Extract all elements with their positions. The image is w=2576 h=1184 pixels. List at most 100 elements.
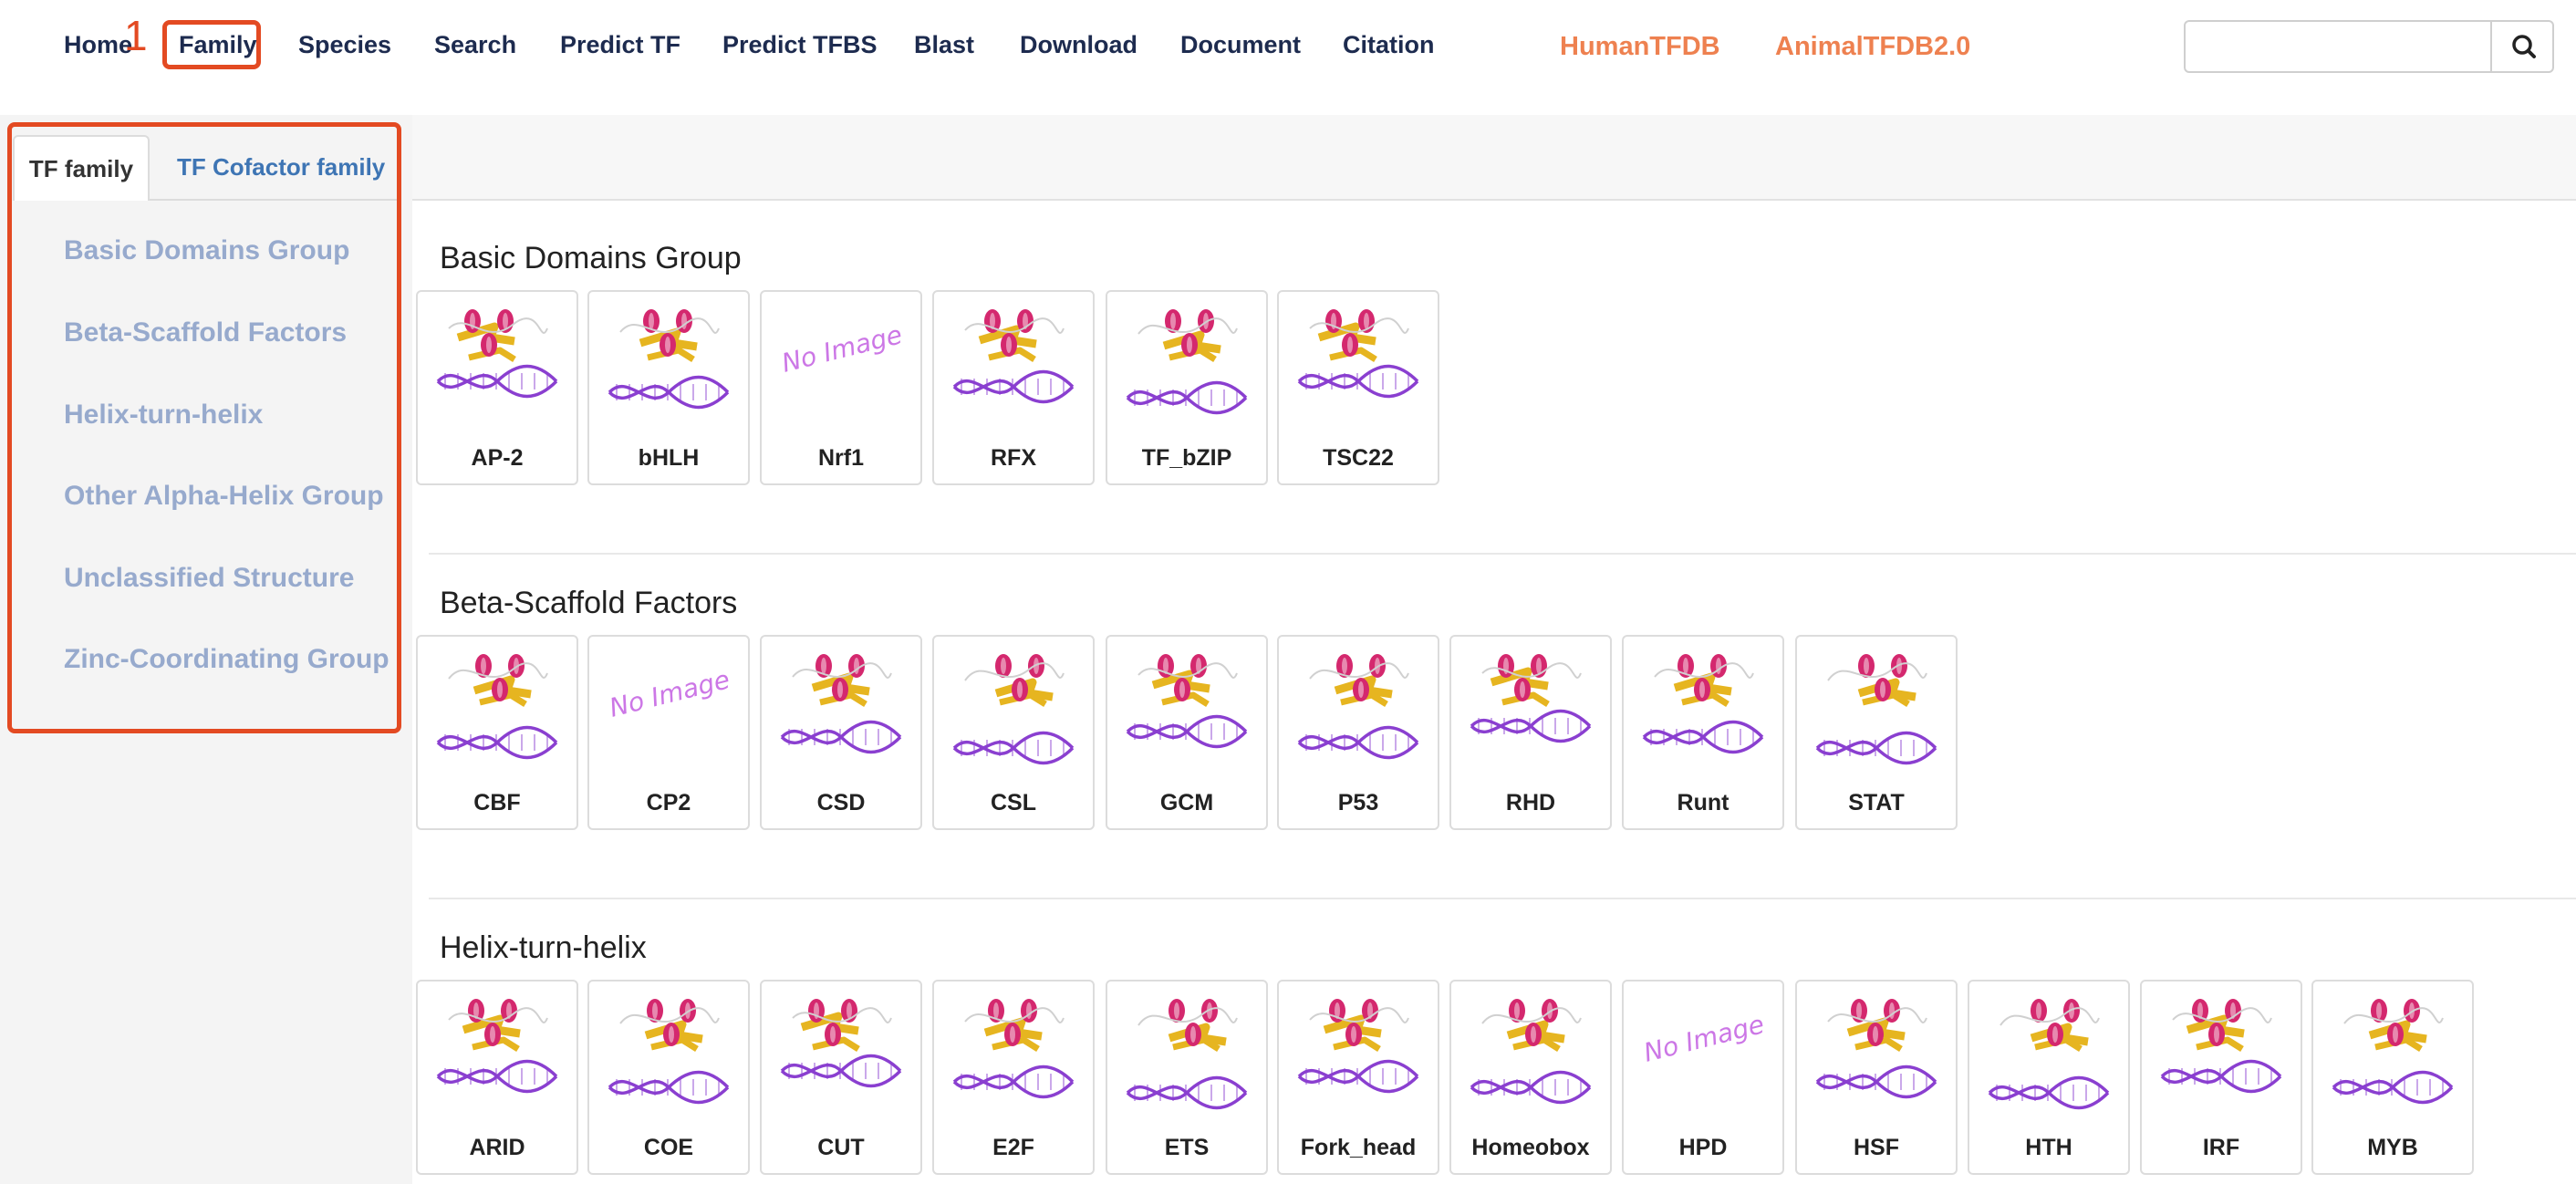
family-label: RFX: [991, 445, 1036, 471]
family-label: HTH: [2025, 1135, 2072, 1160]
protein-structure-image: [780, 999, 902, 1088]
nav-blast[interactable]: Blast: [914, 31, 974, 59]
no-image-placeholder: No Image: [778, 319, 906, 379]
family-card[interactable]: Runt: [1622, 635, 1784, 830]
protein-structure-image: [1126, 999, 1248, 1110]
family-card[interactable]: CUT: [760, 980, 922, 1175]
family-label: GCM: [1159, 790, 1214, 815]
family-card[interactable]: bHLH: [587, 290, 750, 485]
annotation-1: 1: [124, 12, 148, 59]
protein-structure-image: [2160, 999, 2282, 1094]
family-card[interactable]: HTH: [1968, 980, 2130, 1175]
no-image-placeholder: No Image: [606, 664, 733, 723]
group-title-basic-domains: Basic Domains Group: [440, 241, 742, 275]
family-label: CUT: [817, 1135, 865, 1160]
family-card[interactable]: COE: [587, 980, 750, 1175]
family-label: HSF: [1854, 1135, 1899, 1160]
family-label: AP-2: [471, 445, 524, 471]
family-card[interactable]: No Image Nrf1: [760, 290, 922, 485]
protein-structure-image: [2332, 999, 2454, 1105]
family-label: E2F: [992, 1135, 1034, 1160]
family-label: Homeobox: [1471, 1135, 1590, 1160]
family-label: P53: [1337, 790, 1379, 815]
family-label: TF_bZIP: [1141, 445, 1232, 471]
protein-structure-image: [952, 654, 1075, 765]
family-label: MYB: [2367, 1135, 2418, 1160]
family-card[interactable]: No Image HPD: [1622, 980, 1784, 1175]
no-image-placeholder: No Image: [1640, 1009, 1768, 1068]
family-card[interactable]: IRF: [2140, 980, 2302, 1175]
family-card[interactable]: No Image CP2: [587, 635, 750, 830]
family-card[interactable]: Homeobox: [1449, 980, 1612, 1175]
family-label: HPD: [1678, 1135, 1728, 1160]
protein-structure-image: [1297, 309, 1419, 399]
family-card[interactable]: HSF: [1795, 980, 1958, 1175]
family-card[interactable]: ARID: [416, 980, 578, 1175]
family-label: IRF: [2202, 1135, 2240, 1160]
protein-structure-image: [1470, 654, 1592, 743]
nav-predict-tf[interactable]: Predict TF: [560, 31, 680, 59]
nav-home[interactable]: Home: [64, 31, 132, 59]
search-input[interactable]: [2184, 20, 2492, 73]
family-label: bHLH: [638, 445, 700, 471]
protein-structure-image: [1815, 999, 1937, 1099]
family-card[interactable]: STAT: [1795, 635, 1958, 830]
family-card[interactable]: P53: [1277, 635, 1439, 830]
family-label: Fork_head: [1300, 1135, 1417, 1160]
nav-download[interactable]: Download: [1020, 31, 1137, 59]
protein-structure-image: [608, 999, 730, 1105]
nav-animaltfdb[interactable]: AnimalTFDB2.0: [1775, 32, 1970, 62]
family-card[interactable]: RFX: [932, 290, 1095, 485]
family-card[interactable]: AP-2: [416, 290, 578, 485]
family-label: STAT: [1848, 790, 1905, 815]
group-divider: [429, 898, 2576, 899]
protein-structure-image: [1126, 309, 1248, 415]
family-card[interactable]: TF_bZIP: [1106, 290, 1268, 485]
group-title-helix-turn-helix: Helix-turn-helix: [440, 930, 647, 965]
family-label: TSC22: [1323, 445, 1394, 471]
protein-structure-image: [952, 309, 1075, 404]
protein-structure-image: [1470, 999, 1592, 1105]
nav-search[interactable]: Search: [434, 31, 516, 59]
protein-structure-image: [608, 309, 730, 410]
family-label: CBF: [473, 790, 521, 815]
nav-humantfdb[interactable]: HumanTFDB: [1560, 32, 1720, 62]
family-card[interactable]: E2F: [932, 980, 1095, 1175]
nav-predict-tfbs[interactable]: Predict TFBS: [722, 31, 878, 59]
protein-structure-image: [1642, 654, 1764, 754]
protein-structure-image: [436, 654, 558, 760]
family-card[interactable]: CSL: [932, 635, 1095, 830]
group-divider: [429, 553, 2576, 555]
family-card[interactable]: CSD: [760, 635, 922, 830]
family-label: CP2: [646, 790, 691, 815]
family-label: ETS: [1164, 1135, 1210, 1160]
nav-family[interactable]: Family: [179, 31, 257, 59]
sidebar-highlight-box: [7, 122, 401, 733]
nav-citation[interactable]: Citation: [1343, 31, 1435, 59]
family-label: ARID: [469, 1135, 525, 1160]
family-label: RHD: [1505, 790, 1556, 815]
family-card[interactable]: MYB: [2311, 980, 2474, 1175]
protein-structure-image: [1126, 654, 1248, 749]
protein-structure-image: [1988, 999, 2110, 1110]
protein-structure-image: [436, 999, 558, 1094]
protein-structure-image: [1297, 654, 1419, 760]
nav-document[interactable]: Document: [1180, 31, 1301, 59]
family-card[interactable]: GCM: [1106, 635, 1268, 830]
family-card[interactable]: TSC22: [1277, 290, 1439, 485]
family-label: Runt: [1677, 790, 1729, 815]
top-navbar: Home 1 Family Species Search Predict TF …: [0, 0, 2576, 115]
family-card[interactable]: ETS: [1106, 980, 1268, 1175]
family-card[interactable]: CBF: [416, 635, 578, 830]
search-button[interactable]: [2490, 20, 2554, 73]
family-label: Nrf1: [817, 445, 864, 471]
protein-structure-image: [436, 309, 558, 399]
family-label: CSL: [991, 790, 1036, 815]
protein-structure-image: [1815, 654, 1937, 765]
family-card[interactable]: Fork_head: [1277, 980, 1439, 1175]
family-label: COE: [643, 1135, 694, 1160]
family-card[interactable]: RHD: [1449, 635, 1612, 830]
nav-species[interactable]: Species: [298, 31, 391, 59]
family-label: CSD: [816, 790, 866, 815]
protein-structure-image: [780, 654, 902, 754]
